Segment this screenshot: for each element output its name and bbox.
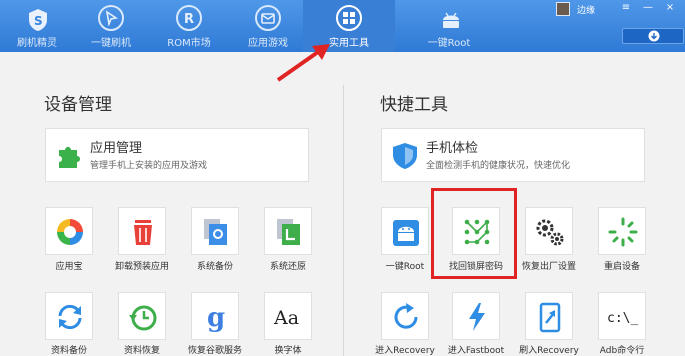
- tab-label: 一键刷机: [91, 38, 131, 49]
- tool-adb-command-line[interactable]: c:\_: [598, 292, 646, 340]
- tab-label: 刷机精灵: [17, 38, 57, 49]
- tab-rom-market[interactable]: R ROM市场: [158, 0, 220, 52]
- tool-uninstall-preinstalled[interactable]: [118, 207, 166, 255]
- font-icon: Aa: [273, 307, 299, 329]
- lightning-icon: [469, 303, 485, 331]
- tab-label: 一键Root: [427, 38, 471, 49]
- tab-label: ROM市场: [167, 38, 211, 49]
- tool-yingyongbao[interactable]: [45, 207, 93, 255]
- section-divider: [343, 85, 344, 356]
- tool-system-backup[interactable]: [191, 207, 239, 255]
- tab-one-click-root[interactable]: 一键Root: [418, 0, 480, 52]
- svg-text:g: g: [207, 303, 225, 333]
- svg-text:S: S: [34, 14, 43, 28]
- cursor-icon: [98, 5, 124, 31]
- tool-flash-recovery[interactable]: [525, 292, 573, 340]
- history-icon: [129, 305, 157, 331]
- top-nav-bar: S 刷机精灵 一键刷机 R ROM市场 应用游戏 实用工具 一键Root 边缘 …: [0, 0, 685, 52]
- android-root-icon: [393, 220, 419, 246]
- system-restore-icon: [277, 219, 300, 245]
- phone-checkup-card[interactable]: 手机体检 全面检测手机的健康状况，快速优化: [381, 128, 645, 182]
- annotation-highlight-box: [431, 188, 517, 279]
- svg-text:c:\_: c:\_: [607, 311, 638, 326]
- svg-text:R: R: [184, 12, 194, 26]
- restart-icon: [608, 217, 638, 247]
- refresh-icon: [394, 303, 418, 329]
- gears-icon: [536, 219, 564, 246]
- card-title: 应用管理: [90, 141, 143, 156]
- quick-tools-title: 快捷工具: [380, 95, 448, 115]
- shield-check-icon: [393, 143, 417, 169]
- tool-factory-reset[interactable]: [525, 207, 573, 255]
- tool-system-restore[interactable]: [264, 207, 312, 255]
- tool-one-click-root[interactable]: [381, 207, 429, 255]
- yingyongbao-icon: [57, 219, 83, 245]
- sync-icon: [58, 304, 82, 330]
- tool-restart-device[interactable]: [598, 207, 646, 255]
- google-icon: g: [207, 303, 225, 333]
- tool-enter-recovery[interactable]: [381, 292, 429, 340]
- tool-data-restore[interactable]: [118, 292, 166, 340]
- terminal-icon: c:\_: [607, 311, 638, 326]
- username[interactable]: 边缘: [577, 3, 595, 16]
- svg-text:Aa: Aa: [273, 307, 299, 329]
- download-icon: [648, 30, 660, 42]
- tool-label: Adb命令行: [599, 346, 645, 356]
- card-subtitle: 管理手机上安装的应用及游戏: [90, 161, 208, 171]
- flash-icon: [539, 302, 561, 333]
- system-backup-icon: [204, 219, 227, 245]
- device-management-title: 设备管理: [44, 95, 112, 115]
- tool-data-backup[interactable]: [45, 292, 93, 340]
- shield-s-icon: S: [24, 5, 50, 31]
- avatar[interactable]: [556, 2, 570, 16]
- card-title: 手机体检: [426, 141, 479, 156]
- close-button[interactable]: ×: [664, 3, 676, 13]
- tool-label: 系统还原: [269, 262, 306, 272]
- tool-label: 换字体: [274, 346, 302, 356]
- grid-icon: [336, 5, 362, 31]
- tool-enter-fastboot[interactable]: [452, 292, 500, 340]
- tab-one-click-flash[interactable]: 一键刷机: [80, 0, 142, 52]
- tool-change-font[interactable]: Aa: [264, 292, 312, 340]
- app-management-card[interactable]: 应用管理 管理手机上安装的应用及游戏: [45, 128, 309, 182]
- tab-flash-wizard[interactable]: S 刷机精灵: [6, 0, 68, 52]
- download-button[interactable]: [622, 28, 684, 44]
- tool-restore-google-services[interactable]: g: [191, 292, 239, 340]
- trash-icon: [134, 220, 152, 245]
- card-subtitle: 全面检测手机的健康状况，快速优化: [426, 161, 571, 171]
- minimize-button[interactable]: —: [642, 3, 654, 13]
- menu-button[interactable]: ≡: [620, 3, 632, 13]
- puzzle-icon: [59, 147, 80, 168]
- rom-r-icon: R: [176, 5, 202, 31]
- envelope-icon: [255, 5, 281, 31]
- annotation-arrow: [276, 44, 330, 82]
- tool-label: 重启设备: [603, 262, 640, 272]
- android-icon: [436, 5, 462, 31]
